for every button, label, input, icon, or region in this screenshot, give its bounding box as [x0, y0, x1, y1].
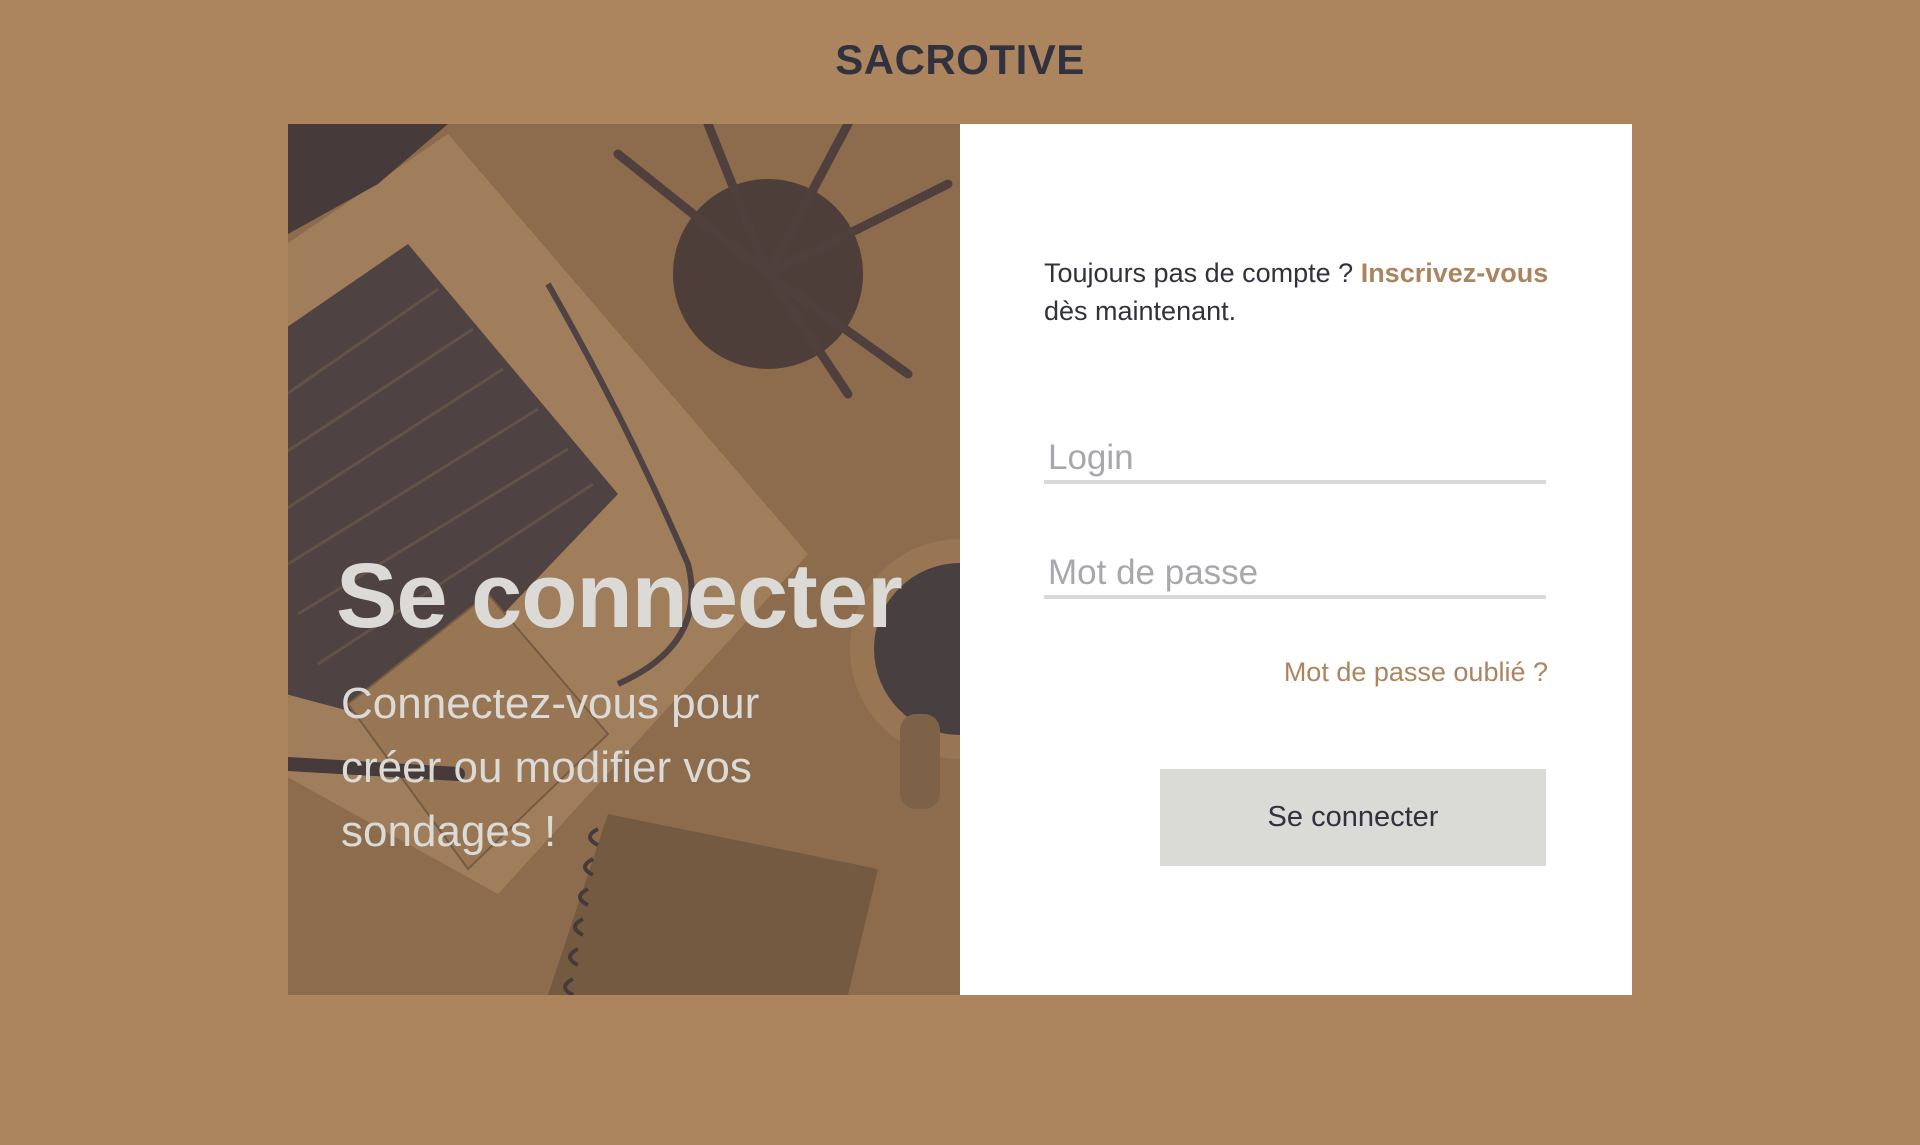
forgot-password-link[interactable]: Mot de passe oublié ? — [1284, 657, 1548, 688]
login-input[interactable] — [1044, 436, 1546, 484]
hero-subtitle: Connectez-vous pour créer ou modifier vo… — [341, 679, 760, 856]
signup-link[interactable]: Inscrivez-vous — [1361, 258, 1549, 288]
signup-prefix: Toujours pas de compte ? — [1044, 258, 1361, 288]
password-input[interactable] — [1044, 551, 1546, 599]
form-panel: Toujours pas de compte ? Inscrivez-vous … — [960, 124, 1632, 995]
brand-title: SACROTIVE — [835, 36, 1085, 83]
hero-title: Se connecter — [336, 545, 903, 647]
login-button[interactable]: Se connecter — [1160, 769, 1546, 866]
login-card: Se connecter Connectez-vous pour créer o… — [288, 124, 1632, 995]
signup-suffix: dès maintenant. — [1044, 296, 1237, 326]
hero-panel: Se connecter Connectez-vous pour créer o… — [288, 124, 960, 995]
signup-prompt: Toujours pas de compte ? Inscrivez-vous … — [1044, 254, 1564, 330]
